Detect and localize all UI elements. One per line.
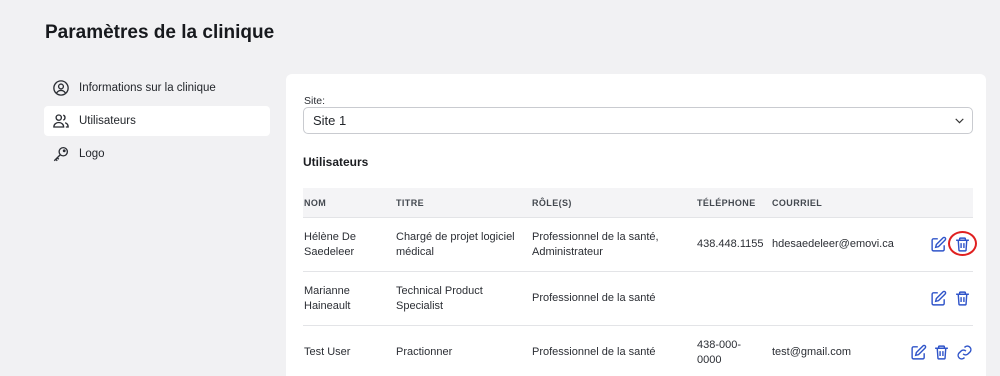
site-select[interactable]: Site 1 bbox=[303, 107, 973, 134]
sidebar-item-label: Utilisateurs bbox=[79, 115, 136, 127]
trash-icon[interactable] bbox=[948, 230, 977, 256]
trash-icon[interactable] bbox=[933, 344, 950, 362]
col-header-titre[interactable]: TITRE bbox=[396, 198, 532, 208]
sidebar-item-logo[interactable]: Logo bbox=[44, 139, 270, 169]
sidebar-item-utilisateurs[interactable]: Utilisateurs bbox=[44, 106, 270, 136]
users-icon bbox=[52, 112, 70, 130]
cell-telephone: 438-000-0000 bbox=[697, 338, 742, 366]
cell-nom: Marianne Haineault bbox=[304, 284, 351, 312]
link-icon[interactable] bbox=[956, 344, 973, 362]
user-circle-icon bbox=[52, 79, 70, 97]
cell-courriel: hdesaedeleer@emovi.ca bbox=[772, 238, 894, 250]
edit-icon[interactable] bbox=[930, 290, 948, 308]
cell-titre: Technical Product Specialist bbox=[396, 284, 483, 312]
col-header-roles[interactable]: RÔLE(S) bbox=[532, 198, 697, 208]
cell-nom: Test User bbox=[304, 346, 351, 358]
col-header-courriel[interactable]: COURRIEL bbox=[772, 198, 904, 208]
sidebar-item-label: Logo bbox=[79, 148, 105, 160]
users-card: Site: Site 1 Utilisateurs NOM TITRE RÔLE… bbox=[286, 74, 986, 376]
sidebar-item-informations[interactable]: Informations sur la clinique bbox=[44, 73, 270, 103]
col-header-nom[interactable]: NOM bbox=[303, 198, 396, 208]
site-label: Site: bbox=[304, 95, 326, 107]
cell-roles: Professionnel de la santé bbox=[532, 346, 656, 358]
edit-icon[interactable] bbox=[930, 236, 948, 254]
sidebar-item-label: Informations sur la clinique bbox=[79, 82, 216, 94]
cell-roles: Professionnel de la santé, Administrateu… bbox=[532, 230, 659, 258]
site-select-value: Site 1 bbox=[313, 113, 347, 128]
cell-titre: Practionner bbox=[396, 346, 453, 358]
cell-courriel: test@gmail.com bbox=[772, 346, 852, 358]
users-table: NOM TITRE RÔLE(S) TÉLÉPHONE COURRIEL Hél… bbox=[303, 188, 977, 376]
trash-icon[interactable] bbox=[954, 290, 972, 308]
sidebar: Informations sur la clinique Utilisateur… bbox=[44, 73, 270, 172]
page-title: Paramètres de la clinique bbox=[45, 22, 275, 43]
cell-nom: Hélène De Saedeleer bbox=[304, 230, 356, 258]
row-actions bbox=[904, 230, 977, 256]
edit-icon[interactable] bbox=[910, 344, 927, 362]
table-header: NOM TITRE RÔLE(S) TÉLÉPHONE COURRIEL bbox=[303, 188, 973, 218]
section-title: Utilisateurs bbox=[303, 155, 369, 169]
cell-titre: Chargé de projet logiciel médical bbox=[396, 230, 515, 258]
row-actions bbox=[904, 344, 973, 362]
key-icon bbox=[52, 145, 70, 163]
table-row: Test User Practionner Professionnel de l… bbox=[303, 326, 973, 376]
table-row: Marianne Haineault Technical Product Spe… bbox=[303, 272, 973, 326]
col-header-telephone[interactable]: TÉLÉPHONE bbox=[697, 198, 772, 208]
cell-telephone: 438.448.1155 bbox=[697, 238, 764, 250]
table-row: Hélène De Saedeleer Chargé de projet log… bbox=[303, 218, 977, 272]
highlight-ring bbox=[948, 230, 977, 256]
chevron-down-icon bbox=[953, 114, 966, 127]
cell-roles: Professionnel de la santé bbox=[532, 292, 656, 304]
row-actions bbox=[904, 290, 973, 308]
